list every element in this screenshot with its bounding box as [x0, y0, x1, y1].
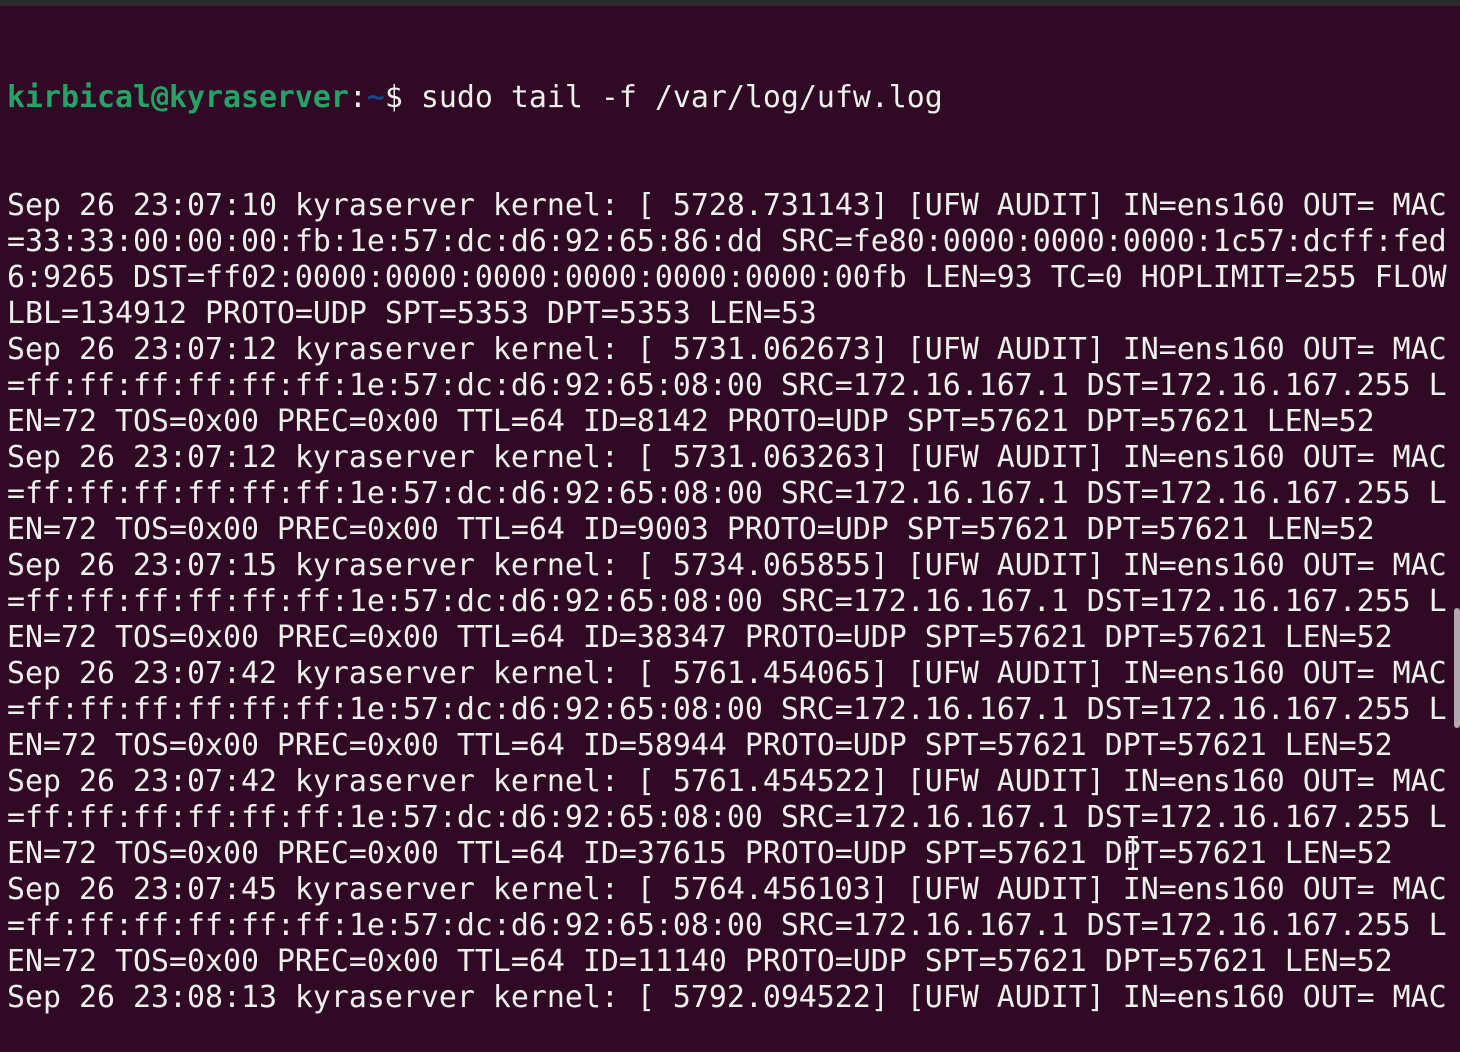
log-line: =ff:ff:ff:ff:ff:ff:1e:57:dc:d6:92:65:08:… — [7, 692, 1447, 727]
prompt-line: kirbical@kyraserver:~$ sudo tail -f /var… — [7, 80, 1447, 116]
log-line: LBL=134912 PROTO=UDP SPT=5353 DPT=5353 L… — [7, 296, 817, 331]
prompt-symbol: $ — [384, 80, 421, 115]
log-line: EN=72 TOS=0x00 PREC=0x00 TTL=64 ID=37615… — [7, 836, 1393, 871]
log-line: Sep 26 23:07:42 kyraserver kernel: [ 576… — [7, 764, 1447, 799]
log-line: Sep 26 23:07:12 kyraserver kernel: [ 573… — [7, 332, 1447, 367]
prompt-separator: : — [348, 80, 367, 115]
log-line: Sep 26 23:07:42 kyraserver kernel: [ 576… — [7, 656, 1447, 691]
command-text: sudo tail -f /var/log/ufw.log — [420, 80, 943, 115]
log-line: =ff:ff:ff:ff:ff:ff:1e:57:dc:d6:92:65:08:… — [7, 800, 1447, 835]
window-top-edge — [0, 0, 1460, 6]
log-line: 6:9265 DST=ff02:0000:0000:0000:0000:0000… — [7, 260, 1447, 295]
log-line: EN=72 TOS=0x00 PREC=0x00 TTL=64 ID=8142 … — [7, 404, 1375, 439]
text-cursor-icon — [1128, 836, 1138, 870]
log-line: EN=72 TOS=0x00 PREC=0x00 TTL=64 ID=11140… — [7, 944, 1393, 979]
log-line: =ff:ff:ff:ff:ff:ff:1e:57:dc:d6:92:65:08:… — [7, 584, 1447, 619]
prompt-path: ~ — [366, 80, 385, 115]
log-line: =33:33:00:00:00:fb:1e:57:dc:d6:92:65:86:… — [7, 224, 1447, 259]
terminal-output[interactable]: kirbical@kyraserver:~$ sudo tail -f /var… — [7, 8, 1447, 1052]
log-line: =ff:ff:ff:ff:ff:ff:1e:57:dc:d6:92:65:08:… — [7, 476, 1447, 511]
log-line: Sep 26 23:07:15 kyraserver kernel: [ 573… — [7, 548, 1447, 583]
log-line: Sep 26 23:07:10 kyraserver kernel: [ 572… — [7, 188, 1447, 223]
log-line: EN=72 TOS=0x00 PREC=0x00 TTL=64 ID=38347… — [7, 620, 1393, 655]
log-line: EN=72 TOS=0x00 PREC=0x00 TTL=64 ID=9003 … — [7, 512, 1375, 547]
log-line: =ff:ff:ff:ff:ff:ff:1e:57:dc:d6:92:65:08:… — [7, 368, 1447, 403]
prompt-user-host: kirbical@kyraserver — [7, 80, 349, 115]
log-line: Sep 26 23:07:45 kyraserver kernel: [ 576… — [7, 872, 1447, 907]
log-line: Sep 26 23:07:12 kyraserver kernel: [ 573… — [7, 440, 1447, 475]
scrollbar[interactable] — [1454, 608, 1460, 728]
log-line: EN=72 TOS=0x00 PREC=0x00 TTL=64 ID=58944… — [7, 728, 1393, 763]
log-line: Sep 26 23:08:13 kyraserver kernel: [ 579… — [7, 980, 1447, 1015]
log-line: =ff:ff:ff:ff:ff:ff:1e:57:dc:d6:92:65:08:… — [7, 908, 1447, 943]
